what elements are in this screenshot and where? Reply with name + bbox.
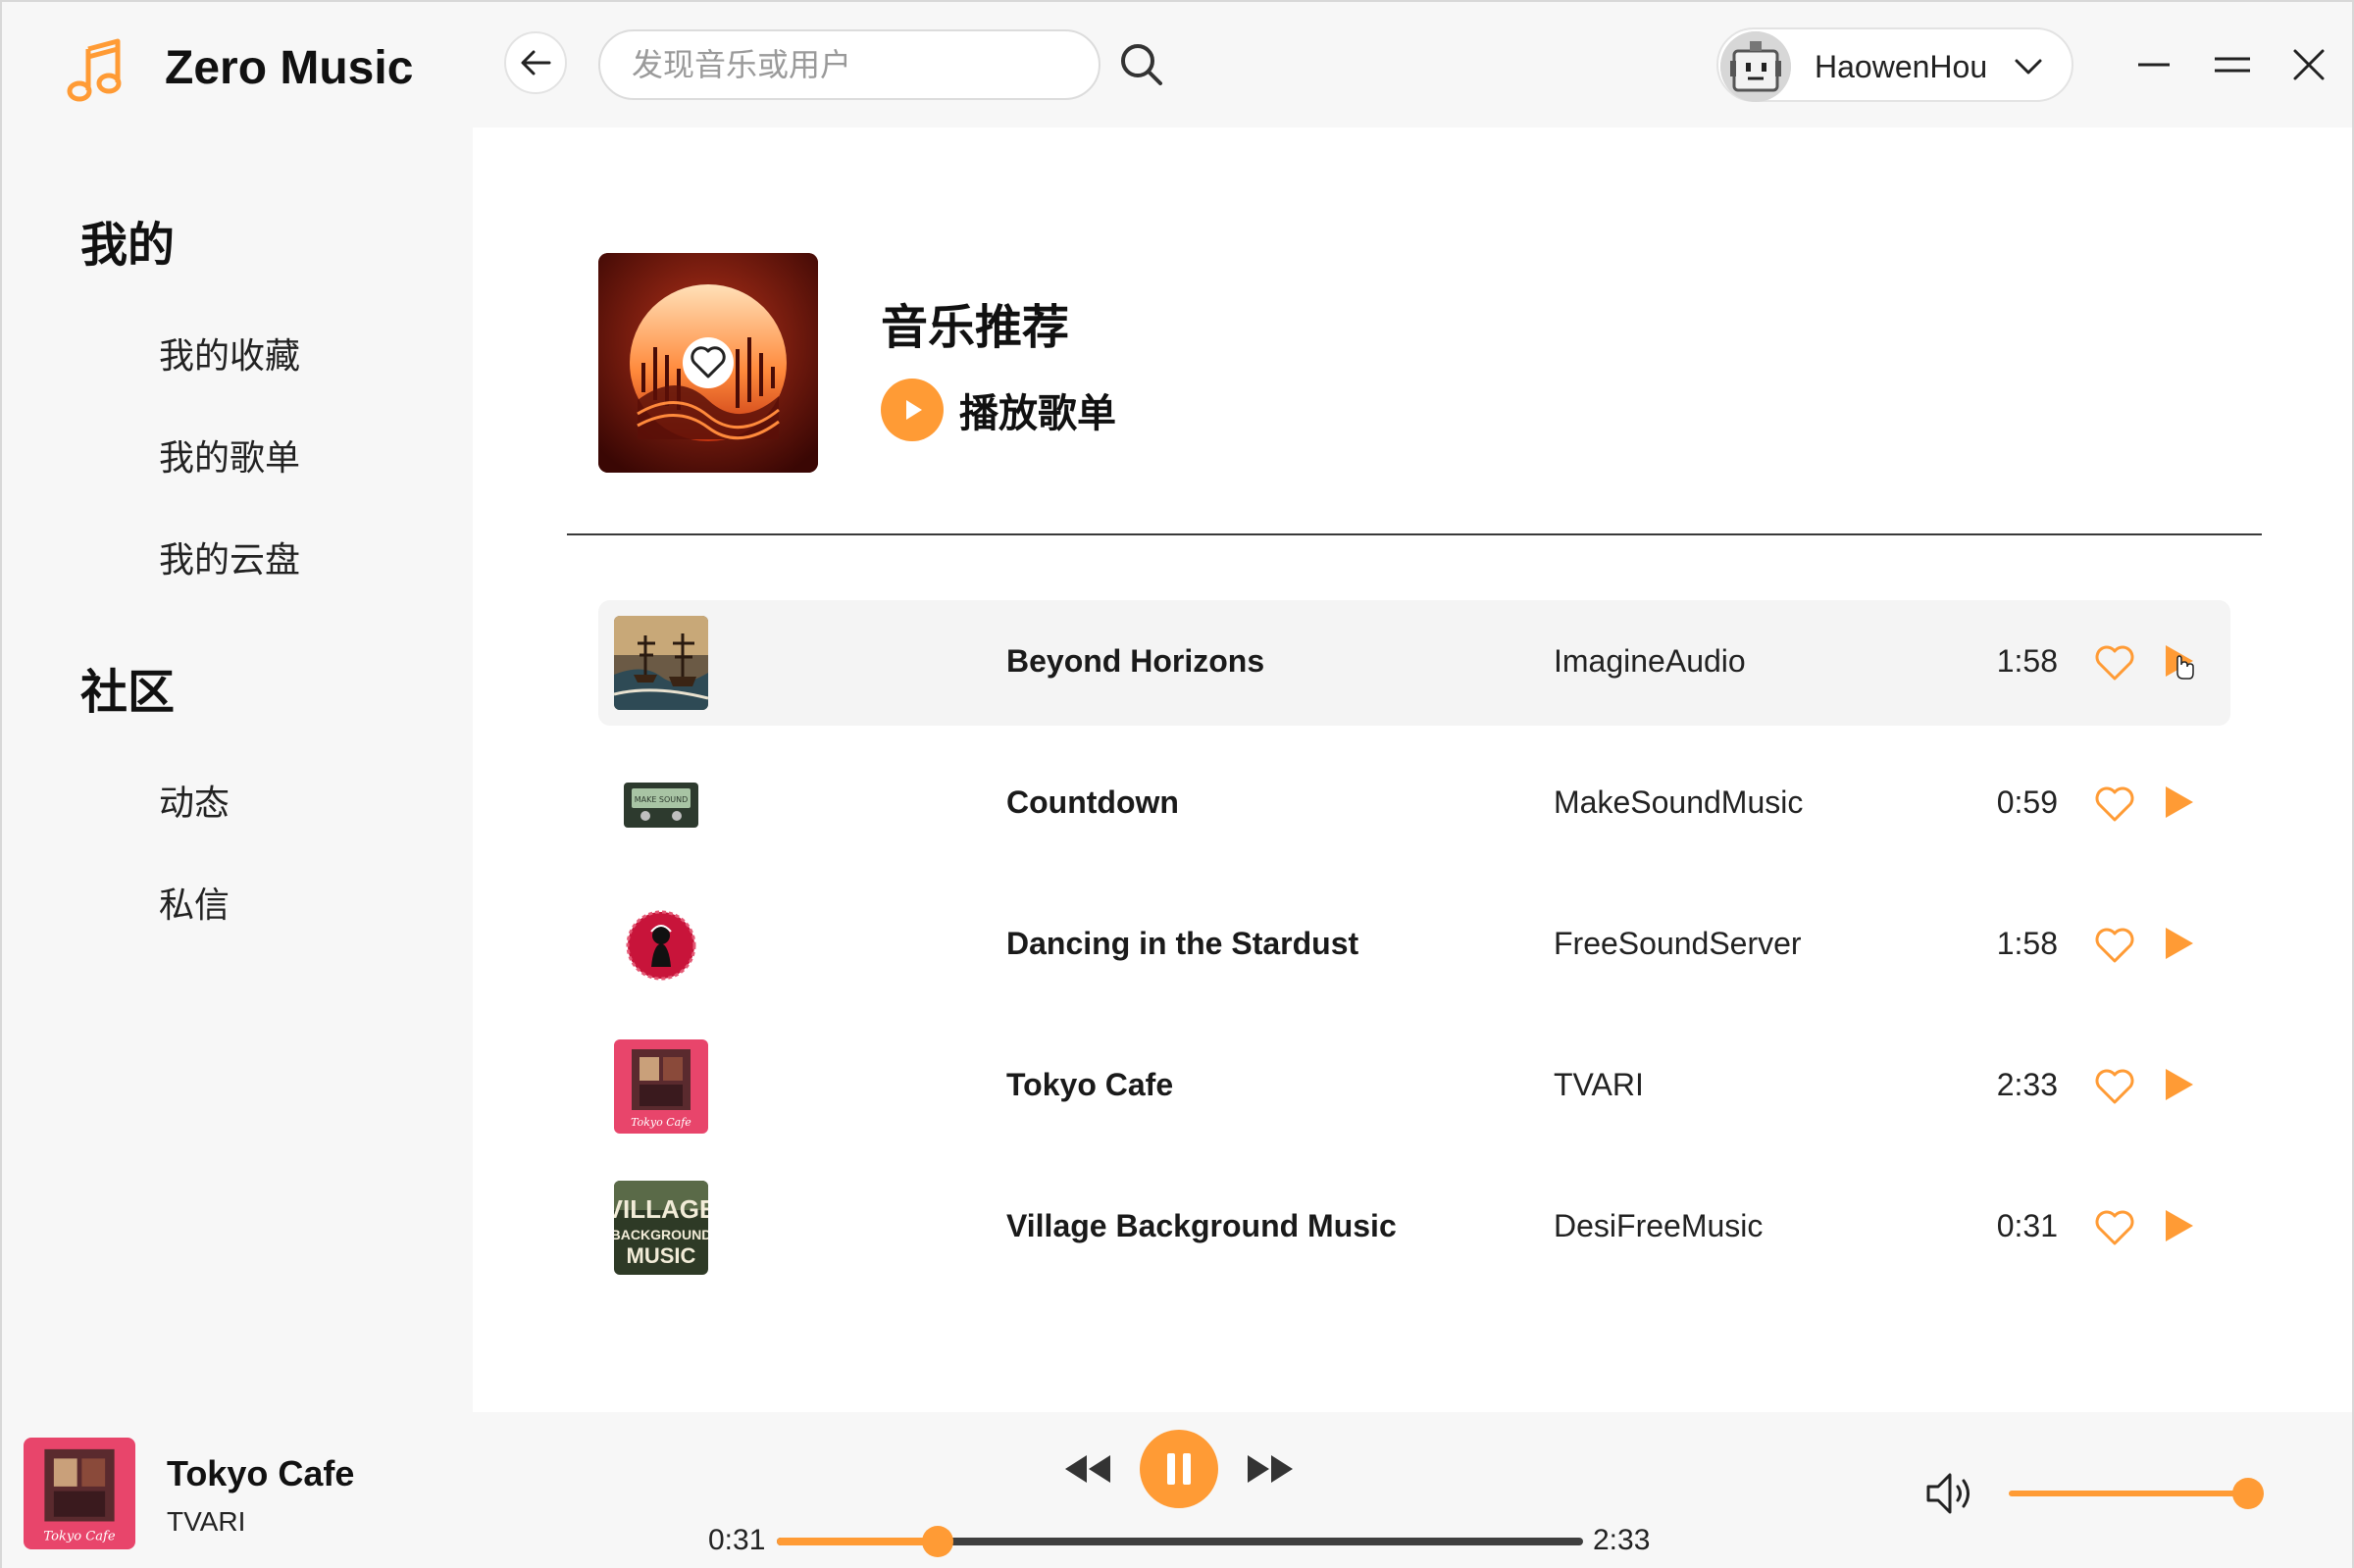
arrow-left-icon (521, 50, 551, 76)
play-icon[interactable] (2160, 1063, 2199, 1106)
track-title: Dancing in the Stardust (1006, 926, 1359, 961)
search-input[interactable] (598, 29, 1100, 100)
village-thumb-logo-line-1: VILLAGE (614, 1194, 708, 1224)
volume-icon[interactable] (1922, 1467, 1975, 1520)
title-bar: Zero Music 发现音乐或用户 HaowenHou (2, 2, 2352, 127)
sidebar-item-cloud-drive[interactable]: 我的云盘 (159, 531, 300, 582)
heart-icon[interactable] (2093, 641, 2136, 684)
playlist-title: 音乐推荐 (881, 300, 1070, 355)
track-row[interactable]: Dancing in the Stardust FreeSoundServer … (598, 883, 2230, 1008)
sidebar-item-feed[interactable]: 动态 (159, 775, 230, 826)
track-duration: 0:31 (1996, 1208, 2058, 1243)
sidebar-heading-mine: 我的 (80, 218, 176, 273)
play-icon[interactable] (2160, 781, 2199, 824)
track-title: Beyond Horizons (1006, 643, 1265, 679)
tokyo-cafe-thumb-logo-text: Tokyo Cafe (631, 1116, 691, 1129)
play-playlist-label: 播放歌单 (959, 391, 1116, 436)
maximize-icon[interactable] (2205, 37, 2260, 92)
village-thumb-logo-line-2: BACKGROUND (614, 1227, 708, 1242)
track-row[interactable]: Beyond Horizons ImagineAudio 1:58 (598, 600, 2230, 726)
now-playing-title: Tokyo Cafe (167, 1453, 355, 1493)
track-row[interactable]: MAKE SOUND Countdown MakeSoundMusic 0:59 (598, 741, 2230, 867)
pause-button[interactable] (1140, 1430, 1218, 1508)
track-thumbnail: Tokyo Cafe (614, 1039, 708, 1134)
track-thumbnail: MAKE SOUND (614, 757, 708, 851)
playlist-cover (598, 253, 818, 473)
track-artist[interactable]: TVARI (1554, 1067, 1644, 1103)
fast-forward-icon[interactable] (1244, 1451, 1297, 1487)
track-row[interactable]: Tokyo Cafe Tokyo Cafe TVARI 2:33 (598, 1024, 2230, 1149)
sidebar-item-messages[interactable]: 私信 (159, 877, 230, 928)
chevron-down-icon (2015, 59, 2042, 75)
now-playing-cover-logo-text: Tokyo Cafe (43, 1530, 115, 1544)
play-icon (881, 379, 944, 441)
track-duration: 2:33 (1996, 1067, 2058, 1102)
play-icon[interactable] (2160, 922, 2199, 965)
village-thumb-logo-line-3: MUSIC (627, 1243, 696, 1268)
now-playing-artist: TVARI (167, 1506, 246, 1537)
main-content: 音乐推荐 播放歌单 Beyond Horizons ImagineAudio 1… (473, 127, 2352, 1412)
player-bar: Tokyo Cafe Tokyo Cafe TVARI 0:31 2:33 (2, 1412, 2352, 1568)
track-thumbnail: VILLAGE BACKGROUND MUSIC (614, 1181, 708, 1275)
user-menu[interactable]: HaowenHou (1716, 27, 2073, 102)
heart-icon[interactable] (2093, 783, 2136, 826)
music-note-icon (67, 38, 122, 102)
pause-icon (1167, 1453, 1191, 1485)
countdown-thumb-logo-text: MAKE SOUND (635, 795, 689, 804)
track-artist[interactable]: FreeSoundServer (1554, 926, 1802, 962)
rewind-icon[interactable] (1061, 1451, 1114, 1487)
sidebar: 我的 我的收藏 我的歌单 我的云盘 社区 动态 私信 (2, 127, 473, 1412)
elapsed-time: 0:31 (708, 1524, 766, 1556)
sidebar-heading-community: 社区 (80, 665, 176, 720)
now-playing-cover[interactable]: Tokyo Cafe (24, 1438, 135, 1549)
track-artist[interactable]: DesiFreeMusic (1554, 1208, 1763, 1244)
avatar (1720, 31, 1791, 102)
volume-knob[interactable] (2232, 1478, 2264, 1509)
progress-knob[interactable] (922, 1526, 954, 1557)
track-thumbnail (614, 898, 708, 992)
progress-fill (777, 1538, 939, 1545)
track-duration: 0:59 (1996, 784, 2058, 820)
search-icon[interactable] (1114, 37, 1169, 92)
total-time: 2:33 (1593, 1524, 1651, 1556)
heart-icon[interactable] (2093, 924, 2136, 967)
minimize-icon[interactable] (2126, 37, 2181, 92)
track-title: Tokyo Cafe (1006, 1067, 1174, 1102)
heart-icon[interactable] (2093, 1206, 2136, 1249)
close-icon[interactable] (2281, 37, 2336, 92)
back-button[interactable] (504, 31, 567, 94)
track-artist[interactable]: MakeSoundMusic (1554, 784, 1803, 821)
track-duration: 1:58 (1996, 926, 2058, 961)
app-window: Zero Music 发现音乐或用户 HaowenHou 我的 我的收藏 我的歌… (0, 0, 2354, 1568)
heart-icon[interactable] (2093, 1065, 2136, 1108)
track-row[interactable]: VILLAGE BACKGROUND MUSIC Village Backgro… (598, 1165, 2230, 1290)
app-title: Zero Music (165, 42, 414, 94)
username: HaowenHou (1815, 49, 1988, 84)
track-title: Countdown (1006, 784, 1179, 820)
divider (567, 533, 2262, 535)
play-playlist-button[interactable]: 播放歌单 (881, 377, 1116, 443)
track-duration: 1:58 (1996, 643, 2058, 679)
track-title: Village Background Music (1006, 1208, 1397, 1243)
sidebar-item-playlists[interactable]: 我的歌单 (159, 430, 300, 481)
sidebar-item-favorites[interactable]: 我的收藏 (159, 328, 300, 379)
progress-slider[interactable] (777, 1526, 1583, 1557)
volume-slider[interactable] (2009, 1478, 2264, 1509)
play-icon[interactable] (2160, 1204, 2199, 1247)
track-thumbnail (614, 616, 708, 710)
track-artist[interactable]: ImagineAudio (1554, 643, 1746, 680)
play-icon[interactable] (2160, 639, 2199, 683)
